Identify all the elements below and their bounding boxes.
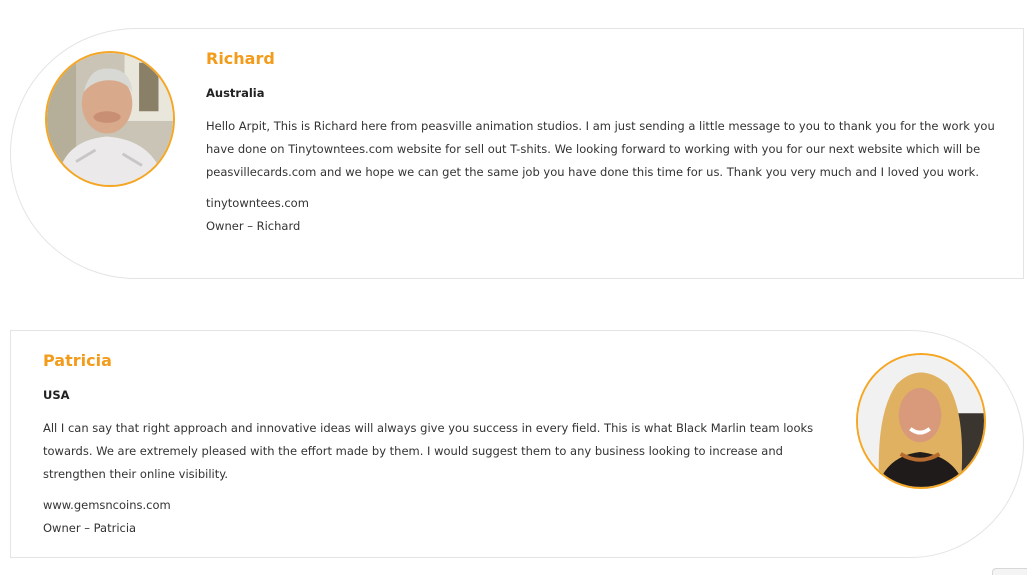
testimonial-name: Patricia xyxy=(43,351,112,370)
testimonial-meta: tinytowntees.com Owner – Richard xyxy=(206,192,996,238)
scroll-corner-indicator xyxy=(992,568,1027,575)
testimonial-content: Patricia USA All I can say that right ap… xyxy=(43,349,843,540)
testimonial-website: www.gemsncoins.com xyxy=(43,498,171,512)
avatar-patricia xyxy=(856,353,986,489)
testimonial-card-patricia: Patricia USA All I can say that right ap… xyxy=(10,330,1024,558)
testimonial-card-richard: Richard Australia Hello Arpit, This is R… xyxy=(10,28,1024,279)
avatar-richard xyxy=(45,51,175,187)
testimonial-message: All I can say that right approach and in… xyxy=(43,421,814,481)
photo-icon xyxy=(858,355,984,487)
testimonial-name: Richard xyxy=(206,49,275,68)
testimonial-meta: www.gemsncoins.com Owner – Patricia xyxy=(43,494,843,540)
testimonial-country: Australia xyxy=(206,86,265,100)
testimonial-country: USA xyxy=(43,388,70,402)
testimonial-role: Owner – Patricia xyxy=(43,521,137,535)
testimonial-role: Owner – Richard xyxy=(206,219,301,233)
testimonial-message: Hello Arpit, This is Richard here from p… xyxy=(206,119,995,179)
testimonial-content: Richard Australia Hello Arpit, This is R… xyxy=(206,47,996,238)
photo-icon xyxy=(47,53,173,185)
testimonial-website: tinytowntees.com xyxy=(206,196,309,210)
